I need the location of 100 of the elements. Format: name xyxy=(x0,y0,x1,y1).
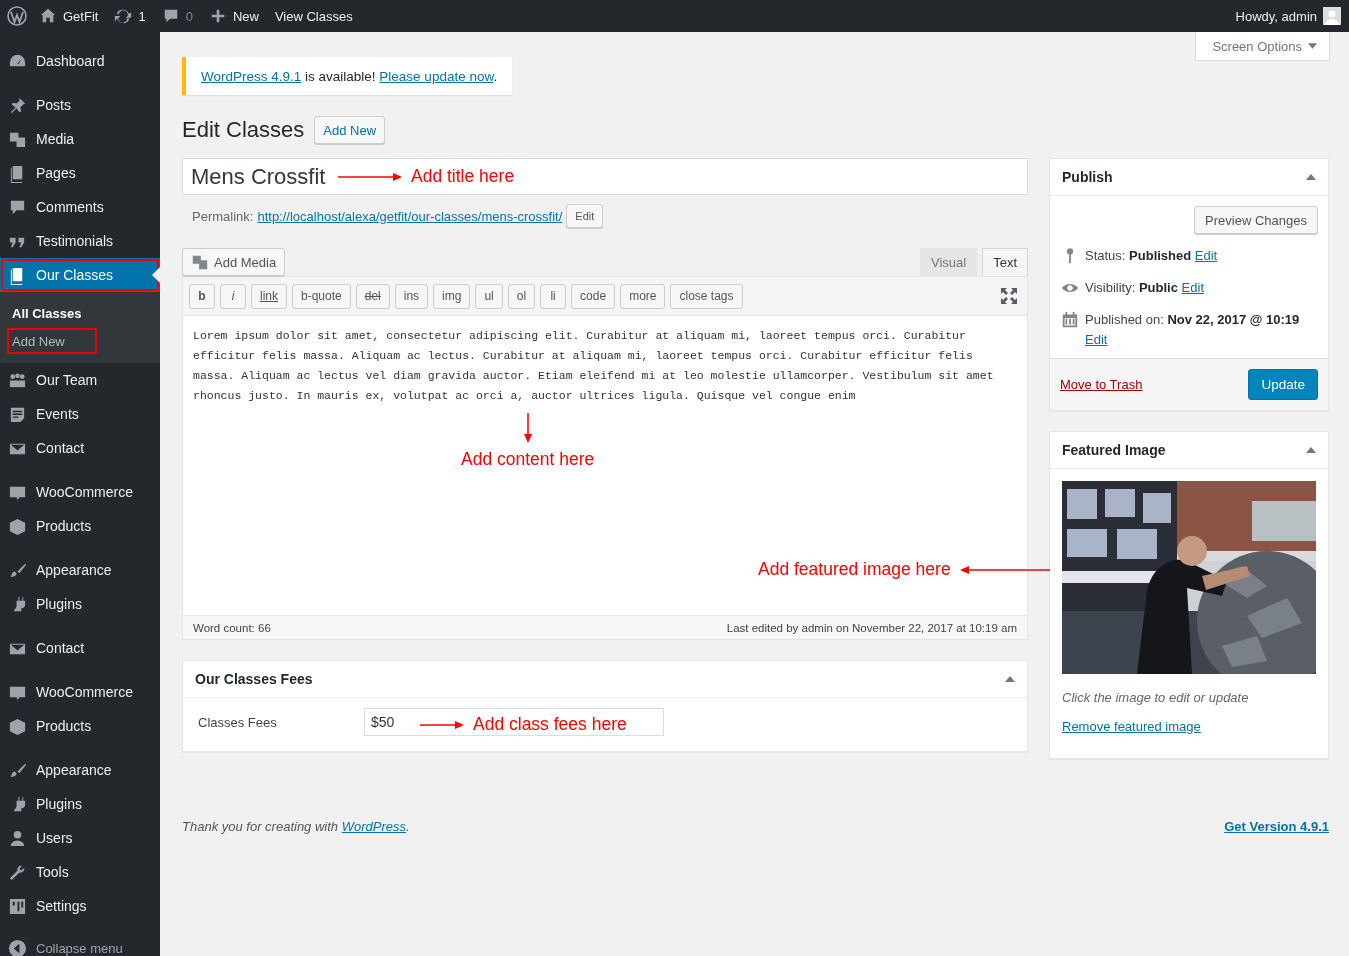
settings-icon xyxy=(8,896,27,916)
text-editor[interactable] xyxy=(182,276,1028,640)
box-icon xyxy=(8,716,27,736)
quicktag-button[interactable]: code xyxy=(571,283,616,309)
field-label: Classes Fees xyxy=(198,714,278,730)
annotation-text: Add content here xyxy=(461,449,595,470)
sidebar-item[interactable]: Contact xyxy=(0,631,160,665)
sidebar-item[interactable]: Pages xyxy=(0,156,160,190)
page-title: Edit Classes xyxy=(182,117,305,143)
sidebar-item[interactable]: Plugins xyxy=(0,587,160,621)
sidebar-item[interactable]: Our Team xyxy=(0,363,160,397)
sidebar-item[interactable]: WooCommerce xyxy=(0,675,160,709)
preview-changes-button[interactable]: Preview Changes xyxy=(1194,206,1318,234)
screen-options-tab[interactable]: Screen Options xyxy=(1195,32,1330,61)
edit-link[interactable]: Edit xyxy=(1085,332,1108,347)
sidebar-item[interactable]: Plugins xyxy=(0,787,160,821)
site-link[interactable]: GetFit xyxy=(39,7,99,25)
account-link[interactable]: Howdy, admin xyxy=(1235,8,1317,24)
sidebar-item[interactable]: Appearance xyxy=(0,753,160,787)
permalink-url[interactable]: http://localhost/alexa/getfit/our-classes/mens-crossfit/ xyxy=(257,208,563,224)
comments-link[interactable]: 0 xyxy=(161,7,193,25)
annotation-text: Add title here xyxy=(411,166,515,187)
quicktag-button[interactable]: ol xyxy=(507,283,536,309)
collapse-arrow-icon[interactable] xyxy=(1306,447,1316,453)
edit-link[interactable]: Edit xyxy=(1194,248,1218,263)
collapse-arrow-icon[interactable] xyxy=(1005,676,1015,682)
caret-icon xyxy=(1308,43,1317,49)
image-caption: Click the image to edit or update xyxy=(1062,690,1250,705)
version-link[interactable]: WordPress 4.9.1 xyxy=(201,69,302,84)
sidebar-item[interactable]: Tools xyxy=(0,855,160,889)
sidebar-item[interactable]: Media xyxy=(0,122,160,156)
current-pointer-icon xyxy=(152,267,160,283)
edit-permalink-button[interactable]: Edit xyxy=(566,204,604,228)
word-count: Word count: 66 xyxy=(193,621,271,634)
wordpress-logo-icon[interactable] xyxy=(7,6,27,26)
add-media-button[interactable]: Add Media xyxy=(182,248,286,276)
quicktag-button[interactable]: ul xyxy=(475,283,503,309)
sidebar-item[interactable]: Comments xyxy=(0,190,160,224)
quicktag-button[interactable]: i xyxy=(220,283,246,309)
quicktag-button[interactable]: more xyxy=(620,283,666,309)
wordpress-link[interactable]: WordPress xyxy=(341,819,406,834)
sidebar-item[interactable]: Events xyxy=(0,397,160,431)
publish-info: Published on: Nov 22, 2017 @ 10:19 Edit xyxy=(1085,311,1301,349)
footer-text: Thank you for creating with WordPress. xyxy=(182,819,410,834)
sidebar-item[interactable]: Contact xyxy=(0,431,160,465)
remove-featured-image-link[interactable]: Remove featured image xyxy=(1062,719,1201,734)
sidebar-item[interactable]: Testimonials xyxy=(0,224,160,258)
annotation-text: Add featured image here xyxy=(758,559,951,580)
annotation-text: Add class fees here xyxy=(473,714,627,735)
collapse-menu[interactable]: Collapse menu xyxy=(0,933,160,956)
user-icon xyxy=(8,828,27,848)
fullscreen-icon[interactable] xyxy=(1001,288,1017,304)
view-link[interactable]: View Classes xyxy=(274,8,353,24)
box-icon xyxy=(8,516,27,536)
quicktag-button[interactable]: ins xyxy=(394,283,429,309)
quicktag-button[interactable]: del xyxy=(355,283,390,309)
sidebar-item[interactable]: Products xyxy=(0,509,160,543)
box-title: Featured Image xyxy=(1062,442,1166,458)
publish-info: Status: Published Edit xyxy=(1085,247,1218,265)
sidebar-item[interactable]: Our Classes xyxy=(0,258,160,292)
get-version-link[interactable]: Get Version 4.9.1 xyxy=(1224,819,1329,834)
quicktag-button[interactable]: close tags xyxy=(670,283,743,309)
editor-tab[interactable]: Visual xyxy=(919,248,978,276)
collapse-arrow-icon[interactable] xyxy=(1306,174,1316,180)
refresh-icon xyxy=(114,7,133,25)
sidebar-item[interactable]: Dashboard xyxy=(0,44,160,78)
box-title: Publish xyxy=(1062,169,1113,185)
notice-text: WordPress 4.9.1 is available! Please update now. xyxy=(201,69,498,84)
sidebar-item[interactable]: Users xyxy=(0,821,160,855)
quicktag-button[interactable]: link xyxy=(251,283,287,309)
submenu-item[interactable]: Add New xyxy=(6,327,98,355)
edit-link[interactable]: Edit xyxy=(1181,280,1204,295)
people-icon xyxy=(8,370,27,390)
submenu-item[interactable]: All Classes xyxy=(0,299,160,327)
permalink-label: Permalink: xyxy=(192,208,254,224)
annotation-arrow xyxy=(420,719,464,730)
quicktag-button[interactable]: li xyxy=(540,283,567,309)
new-link[interactable]: New xyxy=(208,7,259,25)
quicktag-button[interactable]: b-quote xyxy=(292,283,351,309)
box-title: Our Classes Fees xyxy=(195,671,313,687)
sidebar-item[interactable]: Products xyxy=(0,709,160,743)
quicktag-button[interactable]: b xyxy=(189,283,215,309)
pushpin-icon xyxy=(8,95,27,115)
sidebar-item[interactable]: Appearance xyxy=(0,553,160,587)
sidebar-item[interactable]: Posts xyxy=(0,88,160,122)
move-to-trash-link[interactable]: Move to Trash xyxy=(1060,377,1143,392)
updates-link[interactable]: 1 xyxy=(114,7,146,25)
annotation-arrow xyxy=(522,413,533,443)
update-button[interactable]: Update xyxy=(1248,369,1318,400)
publish-info: Visibility: Public Edit xyxy=(1085,279,1204,297)
sidebar-item[interactable]: WooCommerce xyxy=(0,475,160,509)
last-edited-text: Last edited by admin on November 22, 2017 at 10:19 am xyxy=(726,621,1017,634)
quicktag-button[interactable]: img xyxy=(433,283,471,309)
calendar-icon xyxy=(1061,311,1079,329)
sidebar-item[interactable]: Settings xyxy=(0,889,160,923)
add-new-button[interactable]: Add New xyxy=(314,116,386,144)
editor-tab[interactable]: Text xyxy=(982,248,1028,276)
annotation-arrow xyxy=(338,171,402,182)
home-icon xyxy=(39,7,57,25)
media-icon xyxy=(191,253,209,271)
